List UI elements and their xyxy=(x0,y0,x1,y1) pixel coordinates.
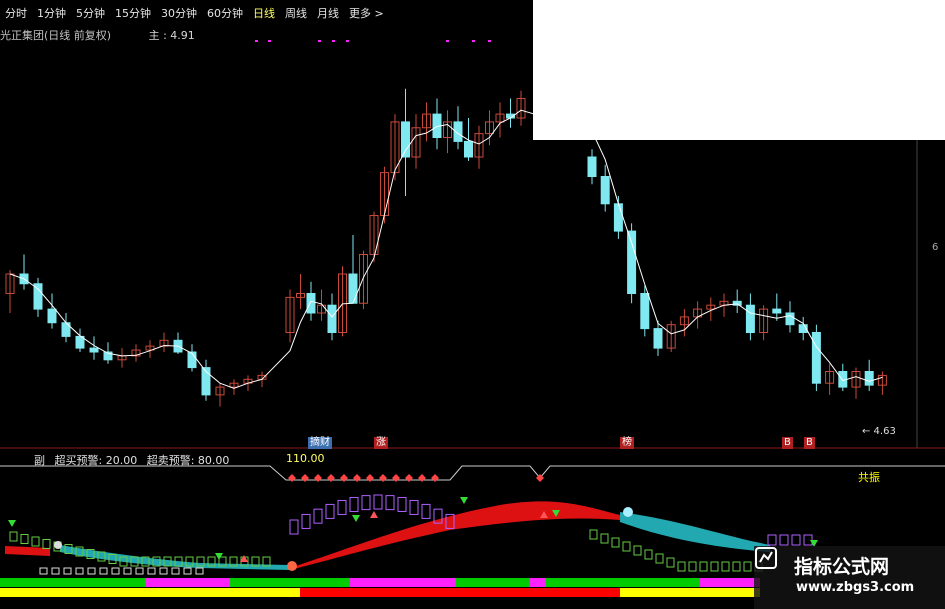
candle-body xyxy=(401,121,410,158)
candle-body xyxy=(47,308,57,324)
candle-body xyxy=(89,347,99,353)
candle-body xyxy=(653,328,663,349)
site-logo-icon xyxy=(755,547,777,569)
tab-period-5[interactable]: 60分钟 xyxy=(202,3,248,23)
tab-period-6[interactable]: 日线 xyxy=(248,3,280,23)
tag-b1[interactable]: B xyxy=(782,437,793,449)
color-bar-bottom xyxy=(0,588,50,597)
main-panel-gap xyxy=(533,0,945,140)
last-price-label: ← 4.63 xyxy=(862,426,896,437)
color-bar-bottom xyxy=(455,588,620,597)
color-bar-top xyxy=(0,578,145,587)
candle-body xyxy=(640,293,650,330)
color-bar-top xyxy=(545,578,700,587)
candle-body xyxy=(306,293,316,314)
stock-title: 光正集团(日线 前复权) xyxy=(0,29,112,42)
color-bar-top xyxy=(530,578,545,587)
oversold-label: 超买预警: 20.00 xyxy=(54,454,138,467)
main-panel-bg-right xyxy=(533,140,945,448)
candle-body xyxy=(600,176,610,205)
color-bar-top xyxy=(145,578,230,587)
candle-body xyxy=(772,308,782,314)
candle-body xyxy=(33,283,43,310)
chart-stage[interactable]: 分时 1分钟 5分钟 15分钟 30分钟 60分钟 日线 周线 月线 更多 > … xyxy=(0,0,945,609)
color-bar-bottom xyxy=(50,588,300,597)
candle-body xyxy=(327,304,337,334)
candle-body xyxy=(613,203,623,232)
candlestick-chart[interactable] xyxy=(0,0,945,609)
color-bar-top xyxy=(362,578,455,587)
watermark-url: www.zbgs3.com xyxy=(796,580,915,595)
tab-period-4[interactable]: 30分钟 xyxy=(156,3,202,23)
signal-ball xyxy=(287,561,297,571)
signal-dot xyxy=(255,40,258,42)
signal-dot xyxy=(268,40,271,42)
candle-body xyxy=(348,273,358,304)
tab-period-2[interactable]: 5分钟 xyxy=(71,3,110,23)
stock-info: 光正集团(日线 前复权) 主 : 4.91 xyxy=(0,27,195,43)
color-bar-top xyxy=(230,578,350,587)
tab-period-7[interactable]: 周线 xyxy=(280,3,312,23)
candle-body xyxy=(745,304,755,334)
color-bar-bottom xyxy=(300,588,455,597)
period-toolbar: 分时 1分钟 5分钟 15分钟 30分钟 60分钟 日线 周线 月线 更多 > xyxy=(0,3,389,23)
main-indicator-value: 主 : 4.91 xyxy=(148,29,195,42)
resonance-label: 共振 xyxy=(858,471,880,484)
signal-dot xyxy=(346,40,349,42)
main-panel-bg-left xyxy=(0,0,533,448)
watermark-banner: 指标公式网 www.zbgs3.com xyxy=(754,546,945,609)
sub-prefix: 副 xyxy=(34,454,45,467)
price-axis-label: 6 xyxy=(932,242,939,253)
candle-body xyxy=(187,351,197,369)
signal-dot xyxy=(332,40,335,42)
tag-zhaicai[interactable]: 摘财 xyxy=(308,437,332,449)
color-bar-bottom xyxy=(620,588,760,597)
sub-level-value: 110.00 xyxy=(286,452,325,465)
candle-body xyxy=(785,312,795,326)
signal-dot xyxy=(318,40,321,42)
candle-body xyxy=(464,140,473,158)
tab-period-0[interactable]: 分时 xyxy=(0,3,32,23)
tag-b2[interactable]: B xyxy=(804,437,815,449)
tab-period-1[interactable]: 1分钟 xyxy=(32,3,71,23)
watermark-title: 指标公式网 xyxy=(794,556,890,578)
signal-dot xyxy=(472,40,475,42)
signal-ball xyxy=(54,541,62,549)
tag-bang[interactable]: 榜 xyxy=(620,437,634,449)
tag-zhang[interactable]: 涨 xyxy=(374,437,388,449)
color-bar-top xyxy=(700,578,760,587)
tab-period-8[interactable]: 月线 xyxy=(312,3,344,23)
tab-period-3[interactable]: 15分钟 xyxy=(110,3,156,23)
candle-body xyxy=(811,332,821,384)
signal-dot xyxy=(446,40,449,42)
color-bar-top xyxy=(350,578,362,587)
color-bar-top xyxy=(455,578,530,587)
candle-body xyxy=(587,156,597,177)
tab-more[interactable]: 更多 > xyxy=(344,3,389,23)
overbought-label: 超卖预警: 80.00 xyxy=(146,454,230,467)
sub-indicator-header: 副 超买预警: 20.00 超卖预警: 80.00 xyxy=(34,452,235,468)
signal-ball xyxy=(623,507,633,517)
signal-dot xyxy=(488,40,491,42)
candle-body xyxy=(864,371,874,386)
candle-body xyxy=(627,230,637,295)
